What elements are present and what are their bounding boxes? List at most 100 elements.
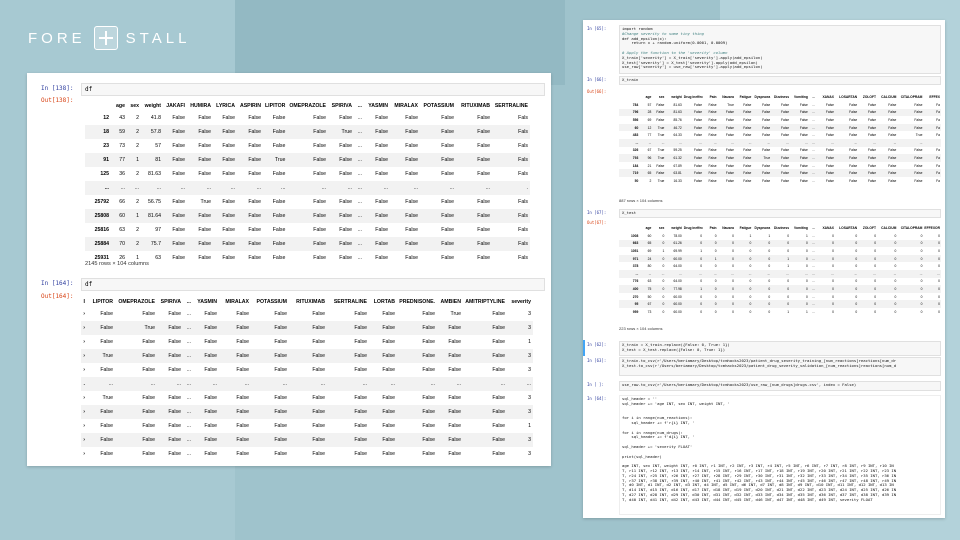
table-cell: False <box>313 227 326 233</box>
row-index: 18 <box>85 125 111 139</box>
code-cell-epsilon[interactable]: import random #Change severity to some ti… <box>619 25 941 74</box>
table-row: 12 43 2 41.8 False False False False False False F… <box>85 111 530 125</box>
table-cell: False <box>204 423 217 429</box>
table-cell: False <box>734 154 753 162</box>
table-cell: False <box>187 209 213 223</box>
table-cell: False <box>780 117 790 122</box>
rows-info: 2145 rows × 104 columns <box>85 261 149 267</box>
column-header: HUMIRA <box>190 103 211 109</box>
column-header: weight <box>671 94 682 99</box>
row-index: 971 <box>619 254 640 263</box>
table-cell: False <box>419 209 456 223</box>
in-prompt: In [138]: <box>41 85 74 92</box>
table-cell: False <box>762 102 771 107</box>
table-cell: 43 <box>119 115 125 121</box>
table-cell: 0 <box>874 309 877 314</box>
table-cell: False <box>492 423 505 429</box>
table-cell: 1 <box>787 309 790 314</box>
table-cell: 0 <box>652 254 666 263</box>
table-cell: False <box>834 108 859 117</box>
table-cell: False <box>405 115 418 121</box>
table-row: › False False False... False False False False F… <box>81 405 533 419</box>
table-cell: 0 <box>894 309 897 314</box>
table-cell: False <box>312 367 325 373</box>
column-header: ... <box>357 103 362 109</box>
code-input[interactable]: df <box>81 278 545 291</box>
table-cell: ... <box>369 377 397 391</box>
table-cell: ... <box>186 367 191 373</box>
table-cell: False <box>422 451 435 457</box>
table-row: 776 63 0 64.00 0 0 0 0 0 0 0... 0 0 0 0 0 0 <box>619 278 941 286</box>
table-row: 959 73 0 60.00 0 0 0 0 0 1 1... 0 0 0 0 0 0 <box>619 308 941 316</box>
table-cell: False <box>363 125 390 139</box>
table-cell: ... <box>703 269 718 278</box>
code-input[interactable]: X_train <box>619 76 941 85</box>
table-cell: False <box>888 102 897 107</box>
table-row: 400 75 0 77.98 1 0 0 0 0 0 0... 0 0 0 0 0 0 <box>619 285 941 293</box>
table-cell: False <box>656 102 665 107</box>
table-cell: 0 <box>714 294 717 299</box>
table-cell: False <box>455 209 492 223</box>
table-cell: ... <box>808 269 817 278</box>
code-line: X_test.to_csv(r'/Users/beriamary/Desktop… <box>622 362 897 368</box>
code-input[interactable]: df <box>81 83 545 96</box>
row-index: 796 <box>619 108 640 117</box>
table-cell: ... <box>665 269 683 278</box>
column-header: ASPIRIN <box>239 103 261 109</box>
table-cell: False <box>272 255 286 261</box>
table-cell: False <box>163 153 187 167</box>
table-cell: Fals <box>518 143 528 149</box>
table-cell: False <box>743 102 752 107</box>
table-cell: False <box>771 108 791 117</box>
table-cell: False <box>897 169 924 177</box>
code-line: use_raw.to_csv(r'/Users/beriamary/Deskto… <box>622 382 857 387</box>
table-row: 25884 70 2 75.7 False False False False False Fal… <box>85 237 530 251</box>
table-cell: False <box>142 311 155 317</box>
table-cell: ... <box>183 321 193 335</box>
table-cell: 0 <box>703 300 718 308</box>
table-cell: 78.00 <box>673 233 682 238</box>
table-cell: ... <box>812 264 816 269</box>
column-header: Drug ineffective <box>683 94 704 99</box>
table-cell: ... <box>357 199 362 205</box>
row-index: 784 <box>632 102 639 107</box>
table-cell: ... <box>327 181 354 195</box>
row-index: 793 <box>619 154 640 162</box>
code-input[interactable]: X_test <box>619 209 941 218</box>
table-cell: False <box>708 133 717 138</box>
row-index: 50 <box>634 178 639 183</box>
code-cell-replace[interactable]: X_train = X_train.replace({False: 0, Tru… <box>619 341 941 356</box>
table-cell: False <box>172 115 185 121</box>
table-cell: 77 <box>111 153 127 167</box>
table-cell: 57.8 <box>141 125 163 139</box>
code-cell-sql-header[interactable]: sql_header = '' sql_header += 'age INT, s… <box>619 395 941 515</box>
in-prompt: In [63]: <box>587 358 607 363</box>
table-cell: ... <box>877 138 898 147</box>
row-index: 663 <box>619 239 640 248</box>
table-cell: False <box>656 117 665 122</box>
table-cell: 0 <box>938 264 940 269</box>
brand-logo: FORE STALL <box>28 26 190 50</box>
table-cell: False <box>274 423 287 429</box>
table-cell: False <box>834 154 859 162</box>
table-cell: False <box>363 209 390 223</box>
table-cell: True <box>102 395 113 401</box>
dataframe-table: age sex weightDrug ineffective Pain Nausea Fa… <box>619 92 941 185</box>
table-cell: False <box>477 115 490 121</box>
table-cell: False <box>327 237 354 251</box>
table-cell: Fals <box>491 125 530 139</box>
column-header: PREDNISONE. <box>399 299 435 305</box>
table-cell: False <box>816 108 835 117</box>
table-cell: False <box>448 339 461 345</box>
code-cell-use-raw[interactable]: use_raw.to_csv(r'/Users/beriamary/Deskto… <box>619 381 941 391</box>
table-cell: False <box>477 171 490 177</box>
table-cell: False <box>251 349 289 363</box>
column-header: sex <box>658 94 665 99</box>
table-cell: 0 <box>834 300 859 308</box>
table-cell: False <box>289 349 327 363</box>
table-cell: 0 <box>855 279 858 284</box>
table-cell: ... <box>357 115 362 121</box>
table-cell: False <box>694 117 703 122</box>
table-cell: 75 <box>639 285 653 293</box>
code-cell-to-csv[interactable]: X_train.to_csv(r'/Users/beriamary/Deskto… <box>619 357 941 376</box>
